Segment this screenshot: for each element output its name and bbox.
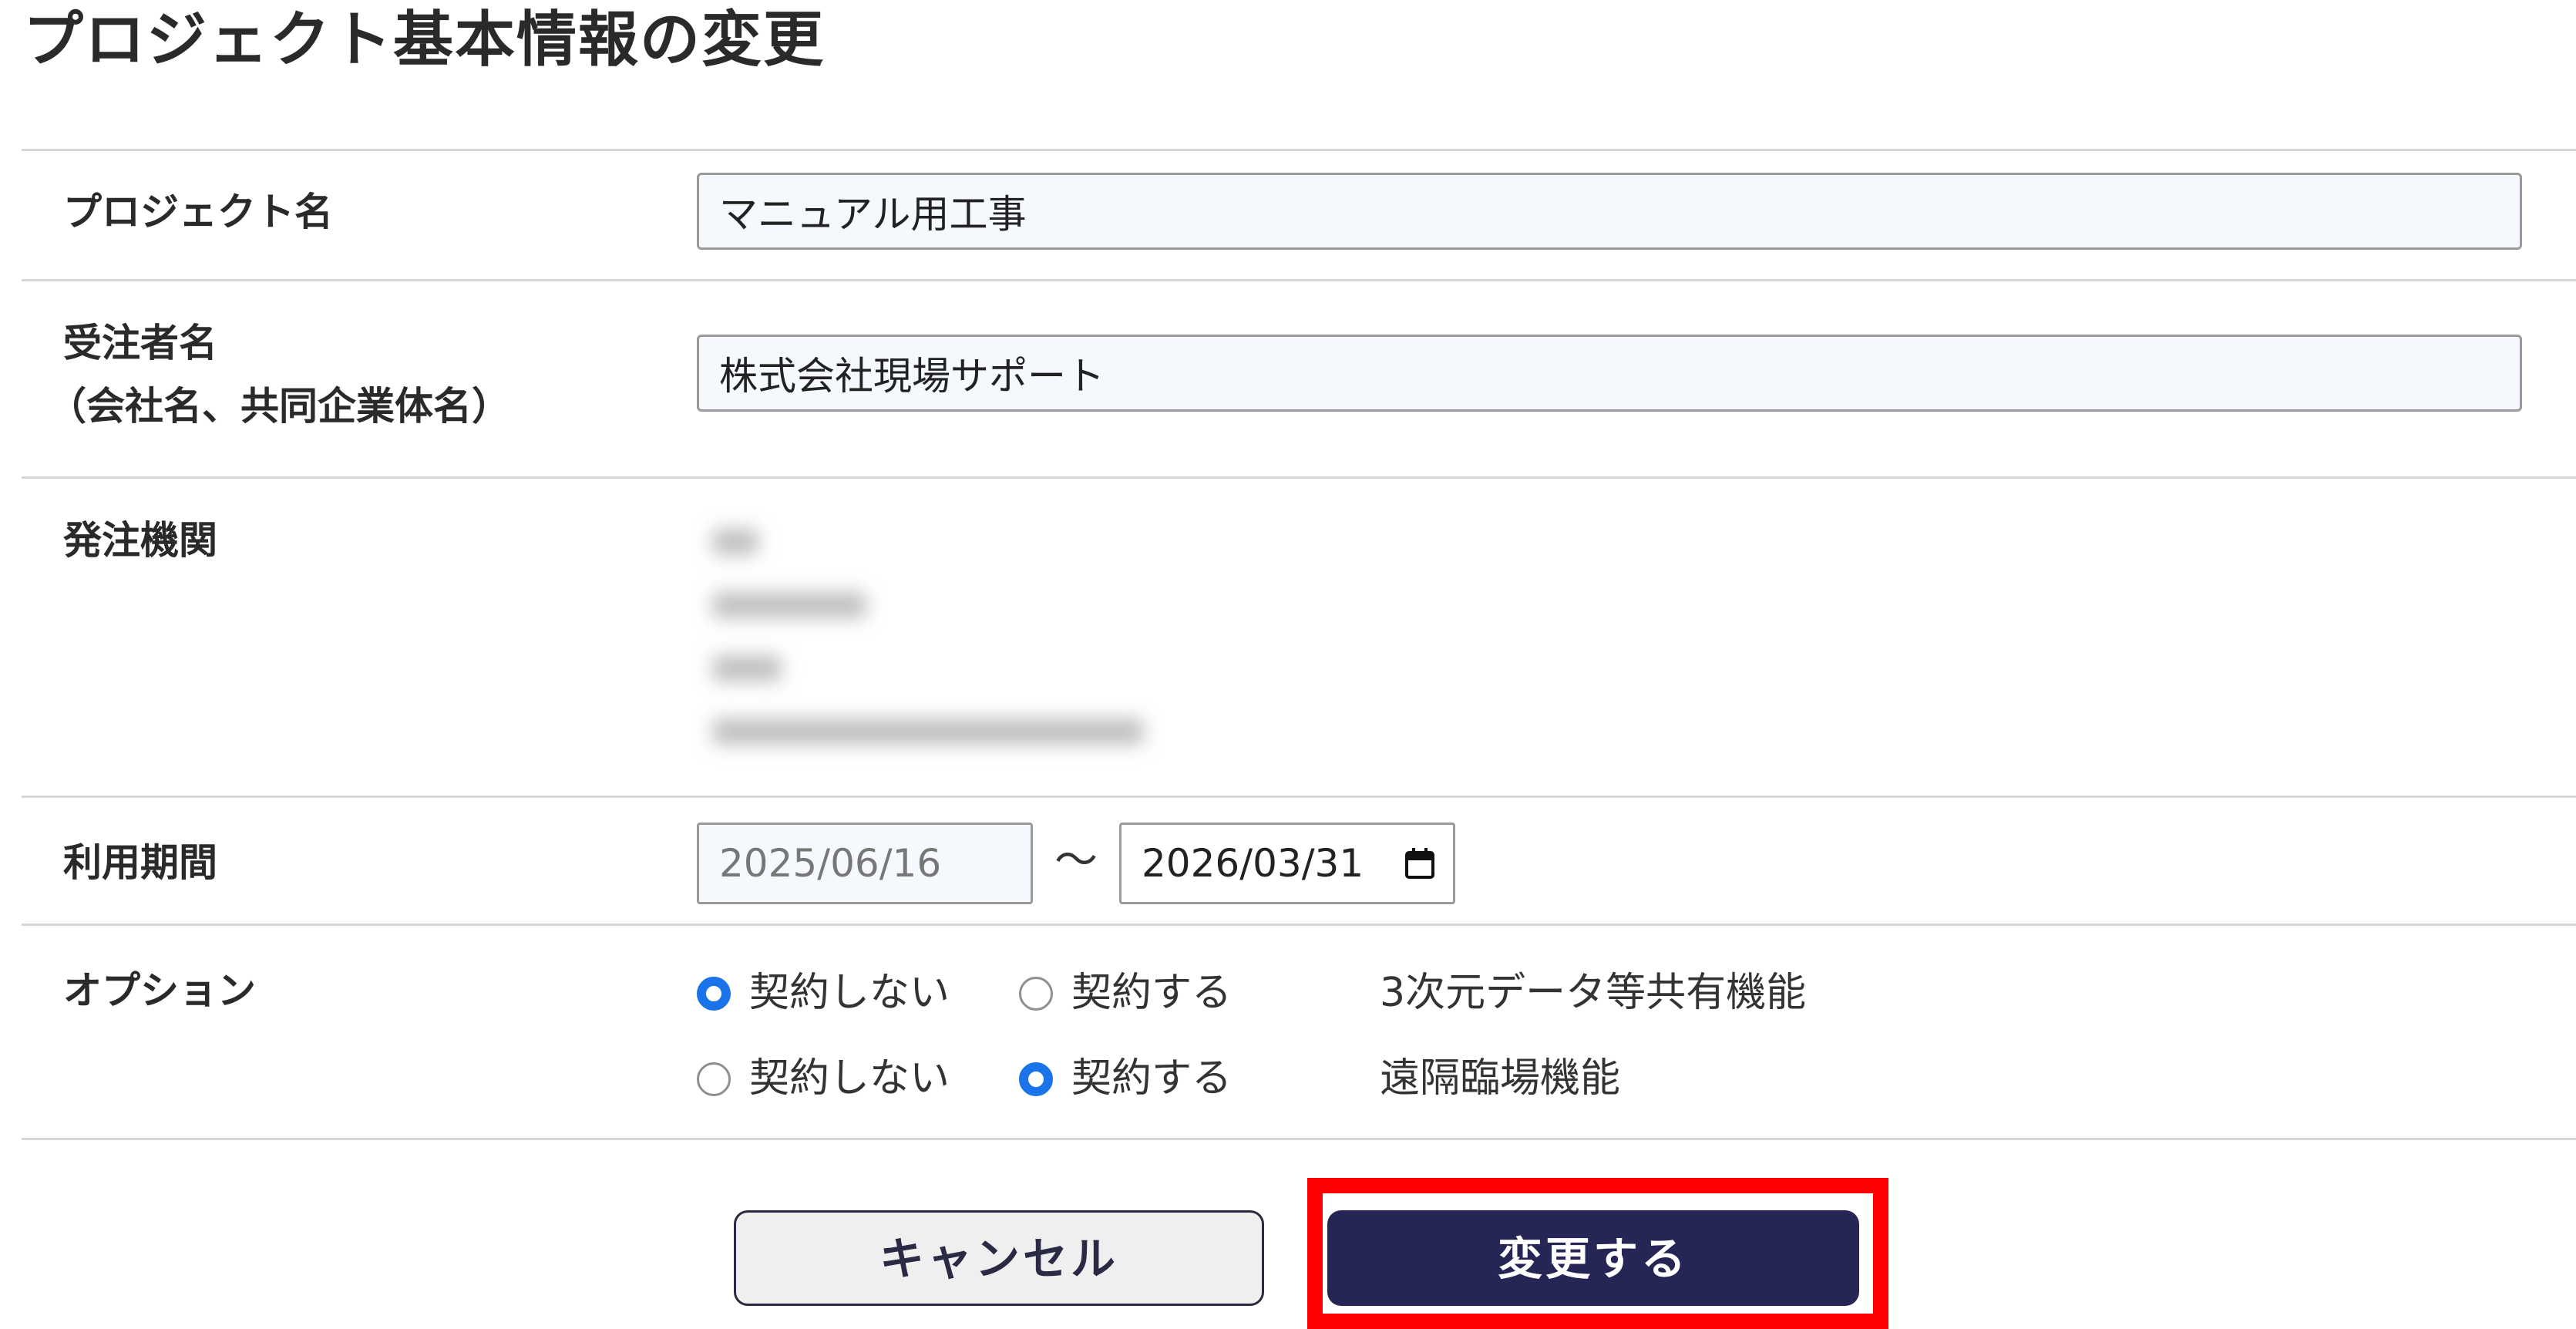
row-divider [22, 476, 2576, 479]
option2-contract-radio[interactable] [1019, 1062, 1053, 1096]
row-divider [22, 796, 2576, 798]
usage-period-label: 利用期間 [63, 840, 217, 885]
period-separator: 〜 [1054, 836, 1098, 886]
option2-contract-label[interactable]: 契約する [1071, 1051, 1232, 1105]
project-basic-info-page: プロジェクト基本情報の変更 プロジェクト名 受注者名 （会社名、共同企業体名） … [0, 0, 2576, 1329]
row-divider [22, 924, 2576, 926]
ordering-agency-redacted-value [697, 490, 1252, 776]
ordering-agency-label: 発注機関 [63, 518, 217, 563]
option1-name: 3次元データ等共有機能 [1380, 970, 1807, 1016]
period-end-value: 2026/03/31 [1142, 841, 1364, 886]
calendar-icon[interactable] [1405, 848, 1434, 879]
project-name-input[interactable] [697, 173, 2522, 250]
option2-not-contract-radio[interactable] [697, 1062, 731, 1096]
page-title: プロジェクト基本情報の変更 [23, 5, 826, 75]
option1-contract-radio[interactable] [1019, 977, 1053, 1011]
option1-not-contract-label[interactable]: 契約しない [749, 966, 950, 1020]
option2-name: 遠隔臨場機能 [1380, 1055, 1621, 1102]
row-divider [22, 1138, 2576, 1140]
contractor-label: 受注者名 [63, 321, 217, 365]
period-start-value: 2025/06/16 [719, 841, 942, 886]
contractor-sublabel: （会社名、共同企業体名） [48, 384, 510, 429]
period-end-date[interactable]: 2026/03/31 [1119, 823, 1455, 904]
row-divider [22, 279, 2576, 281]
options-label: オプション [63, 968, 256, 1013]
option1-contract-label[interactable]: 契約する [1071, 966, 1232, 1020]
option2-not-contract-label[interactable]: 契約しない [749, 1051, 950, 1105]
period-start-date[interactable]: 2025/06/16 [697, 823, 1033, 904]
row-divider [22, 149, 2576, 151]
contractor-input[interactable] [697, 335, 2522, 412]
project-name-label: プロジェクト名 [63, 190, 333, 234]
cancel-button[interactable]: キャンセル [734, 1210, 1264, 1306]
highlight-annotation [1307, 1178, 1888, 1329]
option1-not-contract-radio[interactable] [697, 977, 731, 1011]
